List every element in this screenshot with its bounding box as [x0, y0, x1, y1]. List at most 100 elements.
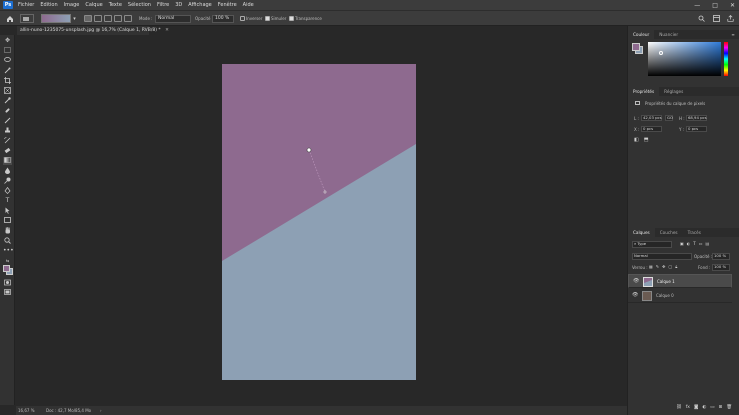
- menu-edition[interactable]: Edition: [40, 2, 57, 8]
- foreground-color-swatch[interactable]: [3, 265, 10, 272]
- tab-traces[interactable]: Tracés: [683, 228, 706, 237]
- tool-preset-picker[interactable]: [20, 14, 34, 23]
- inverse-checkbox[interactable]: [240, 16, 245, 21]
- path-selection-tool-icon[interactable]: [3, 207, 12, 215]
- zoom-tool-icon[interactable]: [3, 237, 12, 245]
- lasso-tool-icon[interactable]: [3, 57, 12, 65]
- share-icon[interactable]: [726, 14, 735, 23]
- link-dimensions-button[interactable]: GO: [665, 115, 673, 121]
- add-mask-icon[interactable]: ◙: [694, 405, 698, 410]
- x-field[interactable]: 0 pcs: [641, 126, 662, 132]
- linear-gradient-button[interactable]: [84, 15, 92, 22]
- gradient-picker[interactable]: [41, 14, 71, 23]
- new-layer-icon[interactable]: ⊞: [719, 405, 723, 410]
- type-tool-icon[interactable]: T: [3, 197, 12, 205]
- screen-mode-icon[interactable]: [3, 289, 12, 297]
- height-field[interactable]: 68,94 pcs: [686, 115, 707, 121]
- new-group-icon[interactable]: ▭: [710, 405, 714, 410]
- layer-name[interactable]: Calque 1: [657, 279, 675, 285]
- transparency-checkbox[interactable]: [289, 16, 294, 21]
- marquee-tool-icon[interactable]: [3, 47, 12, 55]
- search-icon[interactable]: [697, 14, 706, 23]
- brush-tool-icon[interactable]: [3, 117, 12, 125]
- home-icon[interactable]: [5, 14, 15, 23]
- type-filter-icon[interactable]: T: [693, 241, 695, 246]
- color-field[interactable]: [648, 42, 721, 76]
- link-layers-icon[interactable]: ⛓︎: [676, 405, 682, 410]
- status-arrow-icon[interactable]: ›: [100, 406, 102, 415]
- delete-layer-icon[interactable]: 🗑︎: [726, 405, 732, 410]
- menu-calque[interactable]: Calque: [85, 2, 102, 8]
- radial-gradient-button[interactable]: [94, 15, 102, 22]
- flip-vertical-icon[interactable]: ⬒: [644, 137, 649, 143]
- eyedropper-tool-icon[interactable]: [3, 97, 12, 105]
- swap-colors-icon[interactable]: ⇆: [3, 257, 12, 265]
- pen-tool-icon[interactable]: [3, 186, 12, 195]
- panel-menu-icon[interactable]: ≡: [730, 30, 736, 38]
- quick-selection-tool-icon[interactable]: [3, 67, 12, 75]
- close-tab-icon[interactable]: ✕: [165, 28, 169, 33]
- minimize-button[interactable]: —: [694, 2, 700, 9]
- tab-proprietes[interactable]: Propriétés: [628, 87, 660, 96]
- hue-slider[interactable]: [724, 42, 728, 76]
- adjustment-filter-icon[interactable]: ◐: [687, 241, 691, 246]
- tab-couches[interactable]: Couches: [655, 228, 683, 237]
- smart-object-filter-icon[interactable]: ▤: [706, 241, 710, 246]
- reflected-gradient-button[interactable]: [114, 15, 122, 22]
- layer-filter-select[interactable]: ⌕ Type: [632, 241, 672, 248]
- tab-calques[interactable]: Calques: [628, 228, 655, 237]
- workspace-icon[interactable]: [712, 14, 721, 23]
- gradient-tool-icon[interactable]: [3, 157, 12, 165]
- diamond-gradient-button[interactable]: [124, 15, 132, 22]
- lock-position-icon[interactable]: ✥: [662, 264, 665, 269]
- gradient-start-handle[interactable]: [306, 147, 312, 153]
- mode-select[interactable]: Normal: [155, 15, 191, 23]
- close-button[interactable]: ✕: [730, 2, 735, 9]
- pixel-filter-icon[interactable]: ▣: [680, 241, 684, 246]
- history-brush-tool-icon[interactable]: [3, 137, 12, 145]
- more-tools-icon[interactable]: •••: [3, 247, 14, 255]
- frame-tool-icon[interactable]: [3, 87, 12, 95]
- clone-stamp-tool-icon[interactable]: [3, 127, 12, 135]
- healing-brush-tool-icon[interactable]: [3, 107, 12, 115]
- simulate-checkbox[interactable]: [265, 16, 270, 21]
- move-tool-icon[interactable]: ✥: [3, 37, 12, 45]
- opacity-field[interactable]: 100 %: [212, 15, 234, 23]
- layer-row[interactable]: 👁︎ Calque 1: [628, 274, 732, 288]
- eraser-tool-icon[interactable]: [3, 147, 12, 155]
- eye-icon[interactable]: 👁︎: [632, 292, 638, 298]
- lock-all-icon[interactable]: 🔒︎: [675, 264, 677, 269]
- eye-icon[interactable]: 👁︎: [633, 278, 639, 284]
- y-field[interactable]: 0 pcs: [686, 126, 707, 132]
- tab-reglages[interactable]: Réglages: [659, 87, 688, 96]
- document-canvas[interactable]: [222, 64, 416, 380]
- menu-texte[interactable]: Texte: [109, 2, 122, 8]
- fill-field[interactable]: 100 %: [712, 264, 730, 271]
- angle-gradient-button[interactable]: [104, 15, 112, 22]
- rectangle-tool-icon[interactable]: [3, 217, 12, 225]
- lock-pixels-icon[interactable]: ✎: [656, 264, 659, 269]
- color-panel-foreground[interactable]: [632, 43, 640, 51]
- menu-selection[interactable]: Sélection: [128, 2, 151, 8]
- menu-filtre[interactable]: Filtre: [157, 2, 169, 8]
- layer-style-icon[interactable]: fx: [686, 405, 690, 410]
- menu-affichage[interactable]: Affichage: [188, 2, 212, 8]
- width-field[interactable]: 42,03 pcs: [641, 115, 662, 121]
- menu-aide[interactable]: Aide: [243, 2, 254, 8]
- tab-nuancier[interactable]: Nuancier: [654, 30, 683, 39]
- chevron-down-icon[interactable]: ▾: [72, 14, 77, 23]
- adjustment-layer-icon[interactable]: ◐: [702, 405, 706, 410]
- maximize-button[interactable]: □: [712, 2, 718, 9]
- lock-transparency-icon[interactable]: ▦: [649, 264, 653, 269]
- flip-horizontal-icon[interactable]: ◧: [634, 137, 639, 143]
- crop-tool-icon[interactable]: [3, 77, 12, 85]
- menu-image[interactable]: Image: [64, 2, 80, 8]
- layer-row[interactable]: 👁︎ Calque 0: [628, 289, 732, 303]
- layer-name[interactable]: Calque 0: [656, 293, 674, 298]
- color-picker-handle[interactable]: [659, 51, 663, 55]
- blur-tool-icon[interactable]: [3, 167, 12, 175]
- lock-artboard-icon[interactable]: ▢: [669, 264, 673, 269]
- hand-tool-icon[interactable]: [3, 227, 12, 235]
- quick-mask-icon[interactable]: [3, 279, 12, 287]
- tab-couleur[interactable]: Couleur: [628, 30, 655, 39]
